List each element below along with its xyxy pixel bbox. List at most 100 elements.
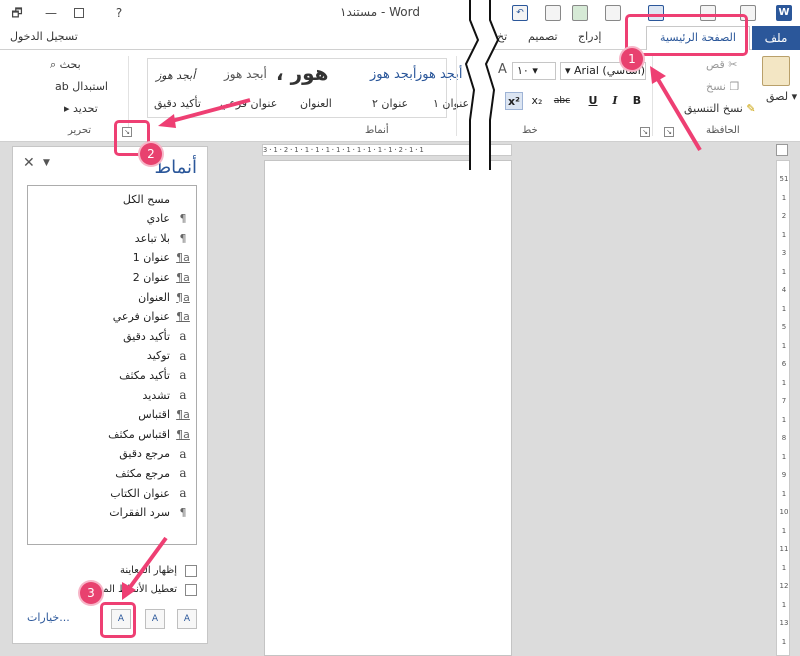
close-icon[interactable]: ✕	[23, 155, 35, 171]
tab-partial[interactable]: تخ	[497, 30, 507, 43]
undo-icon[interactable]: ↶	[512, 5, 528, 21]
bold-button[interactable]: B	[628, 92, 646, 110]
show-preview-checkbox[interactable]	[185, 565, 197, 577]
style-list-item[interactable]: عادي ¶	[32, 210, 190, 228]
style-inspector-button[interactable]: A	[145, 609, 165, 629]
style-list-item[interactable]: عنوان الكتاب a	[32, 484, 190, 502]
select-button[interactable]: ▸ تحديد	[64, 102, 98, 115]
style-list-item[interactable]: العنوان ¶a	[32, 288, 190, 306]
print-preview-icon[interactable]	[545, 5, 561, 21]
style-list-item[interactable]: توكيد a	[32, 347, 190, 365]
style-list-item[interactable]: مسح الكل	[32, 190, 190, 208]
restore-button[interactable]: 🗗	[8, 4, 26, 22]
group-separator	[456, 56, 457, 136]
style-item-label: عنوان الكتاب	[110, 486, 170, 500]
style-sample[interactable]: أبجد هوز	[156, 69, 195, 82]
style-list-item[interactable]: اقتباس ¶a	[32, 406, 190, 424]
clipboard-icon[interactable]	[762, 56, 790, 86]
find-label: بحث	[59, 58, 81, 71]
word-window: 🗗 — ? مستند١ - Word ↶ W تسجيل الدخول تخ …	[0, 0, 800, 656]
tab-insert[interactable]: إدراج	[578, 30, 601, 43]
vertical-ruler[interactable]: 51 1 2 1 3 1 4 1 5 1 6 1 7 1 8 1 9 1 10 1 11 1 12 1 13 1	[776, 160, 790, 656]
binoculars-icon: ⌕	[50, 58, 60, 71]
new-document-icon[interactable]	[605, 5, 621, 21]
disable-linked-checkbox[interactable]	[185, 584, 197, 596]
sign-in-link[interactable]: تسجيل الدخول	[10, 30, 78, 43]
italic-button[interactable]: I	[606, 92, 624, 110]
document-page[interactable]	[264, 160, 512, 656]
help-icon: ?	[115, 6, 123, 20]
style-list-item[interactable]: عنوان 2 ¶a	[32, 268, 190, 286]
minimize-button[interactable]: —	[42, 4, 60, 22]
spelling-icon[interactable]	[572, 5, 588, 21]
style-list-item[interactable]: سرد الفقرات ¶	[32, 504, 190, 522]
style-item-label: بلا تباعد	[134, 231, 170, 245]
styles-group-label: أنماط	[365, 125, 389, 136]
style-item-label: عنوان 2	[132, 270, 170, 284]
tab-file[interactable]: ملف	[752, 26, 800, 50]
style-list-item[interactable]: مرجع مكثف a	[32, 464, 190, 482]
ruler-tick-label: 7	[781, 397, 787, 405]
style-name[interactable]: عنوان فرعي	[220, 97, 277, 110]
style-name[interactable]: عنوان ٢	[372, 97, 408, 110]
select-icon: ▸	[64, 102, 74, 115]
grow-font-button[interactable]: A	[498, 62, 507, 77]
paintbrush-icon: ✎	[742, 102, 756, 115]
strikethrough-button[interactable]: abc	[550, 92, 574, 110]
paste-button[interactable]: لصق ▾	[766, 90, 797, 103]
style-item-label: عنوان 1	[132, 251, 170, 265]
styles-list[interactable]: مسح الكل عادي ¶ بلا تباعد ¶ عنوان 1 ¶a عنوان 2 ¶…	[27, 185, 197, 545]
font-size-value: ١٠	[517, 64, 529, 77]
style-sample[interactable]: أبجد هوز	[370, 67, 416, 82]
style-name[interactable]: عنوان ١	[433, 97, 469, 110]
font-dialog-launcher-icon[interactable]: ↘	[640, 127, 650, 137]
underline-button[interactable]: U	[584, 92, 602, 110]
character-style-icon: a	[179, 348, 187, 363]
style-name[interactable]: تأكيد دقيق	[154, 97, 201, 110]
help-button[interactable]: ?	[110, 4, 128, 22]
style-list-item[interactable]: عنوان فرعي ¶a	[32, 308, 190, 326]
style-list-item[interactable]: اقتباس مكثف ¶a	[32, 425, 190, 443]
font-size-select[interactable]: ١٠ ▾	[512, 62, 556, 80]
minimize-icon: —	[45, 6, 57, 20]
manage-styles-button[interactable]: A	[177, 609, 197, 629]
style-name[interactable]: العنوان	[300, 97, 332, 110]
ruler-tick-label: 9	[781, 471, 787, 479]
style-list-item[interactable]: تشديد a	[32, 386, 190, 404]
ruler-tick-label: 4	[781, 286, 787, 294]
character-style-icon: a	[179, 466, 187, 481]
clipboard-dialog-launcher-icon[interactable]: ↘	[664, 127, 674, 137]
linked-style-icon: ¶a	[176, 427, 190, 441]
callout-badge-2: 2	[140, 143, 162, 165]
ruler-tick-label: 51	[779, 175, 789, 183]
styles-gallery[interactable]: أبجد هوز أبجد هوز ، هور أبجد هوز أبجد هو…	[147, 58, 469, 118]
tab-design[interactable]: تصميم	[528, 30, 558, 43]
style-list-item[interactable]: مرجع دقيق a	[32, 445, 190, 463]
chevron-down-icon[interactable]: ▼	[43, 158, 50, 168]
subscript-button[interactable]: x₂	[528, 92, 546, 110]
chevron-down-icon: ▾	[565, 64, 571, 77]
ruler-tick-label: 12	[779, 582, 789, 590]
copy-button[interactable]: نسخ ❐	[706, 80, 739, 93]
replace-icon: ab	[55, 80, 73, 93]
style-list-item[interactable]: تأكيد مكثف a	[32, 366, 190, 384]
options-link[interactable]: خيارات...	[27, 611, 70, 624]
styles-pane: أنماط ✕ ▼ مسح الكل عادي ¶ بلا تباعد ¶ عنوان 1…	[12, 146, 208, 644]
replace-button[interactable]: ab استبدال	[55, 80, 108, 93]
style-list-item[interactable]: عنوان 1 ¶a	[32, 249, 190, 267]
find-button[interactable]: ⌕ بحث	[50, 58, 81, 72]
style-list-item[interactable]: بلا تباعد ¶	[32, 229, 190, 247]
style-sample[interactable]: ، هور	[276, 61, 328, 85]
style-sample[interactable]: أبجد هوز	[224, 67, 267, 81]
tab-selector[interactable]	[776, 144, 788, 156]
style-item-label: توكيد	[146, 349, 170, 363]
linked-style-icon: ¶a	[176, 408, 190, 422]
superscript-button[interactable]: x²	[505, 92, 523, 110]
word-logo-icon: W	[776, 5, 792, 21]
format-painter-button[interactable]: نسخ التنسيق ✎	[684, 102, 756, 115]
ribbon-display-icon[interactable]	[74, 8, 84, 18]
style-item-label: عنوان فرعي	[112, 310, 170, 324]
cut-button[interactable]: قص ✂	[706, 58, 737, 71]
horizontal-ruler[interactable]: 3·1·2·1·1·1·1·1·1·1·1·1·1·2·1·1	[262, 144, 512, 156]
style-list-item[interactable]: تأكيد دقيق a	[32, 327, 190, 345]
